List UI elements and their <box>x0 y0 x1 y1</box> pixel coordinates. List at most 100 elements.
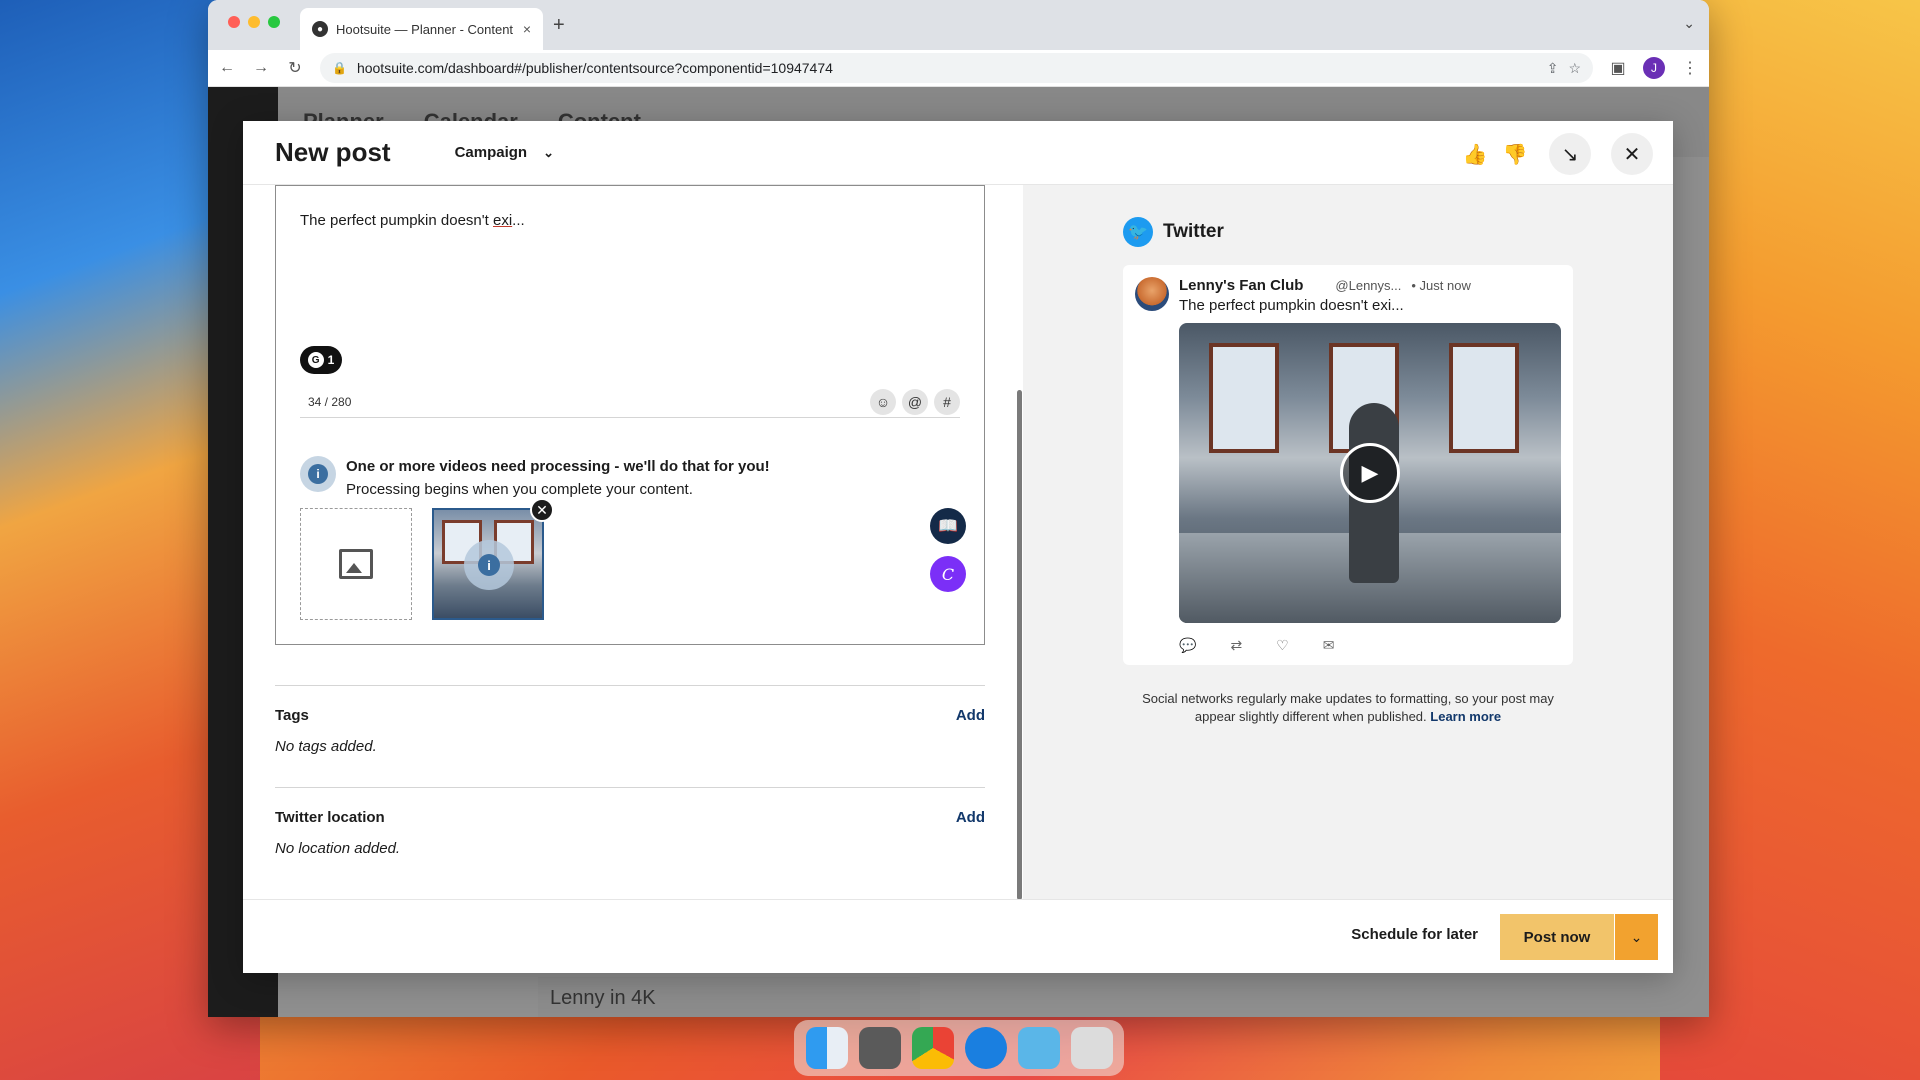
emoji-icon[interactable]: ☺ <box>870 388 896 415</box>
modal-body: The perfect pumpkin doesn't exi... G 1 3… <box>243 185 1673 899</box>
bookmark-star-icon[interactable]: ☆ <box>1568 60 1581 77</box>
video-thumbnail[interactable]: i ✕ <box>432 498 554 620</box>
video-window <box>1449 343 1519 453</box>
composer-scrollbar[interactable] <box>1017 390 1022 899</box>
post-composer[interactable]: The perfect pumpkin doesn't exi... G 1 3… <box>275 185 985 645</box>
forward-icon[interactable]: → <box>252 59 270 77</box>
close-modal-button[interactable]: ✕ <box>1611 133 1653 175</box>
add-location-link[interactable]: Add <box>956 809 985 826</box>
location-label: Twitter location <box>275 809 385 826</box>
window-controls <box>228 16 280 28</box>
divider <box>275 787 985 788</box>
tags-empty-text: No tags added. <box>275 738 377 755</box>
tweet-time: • Just now <box>1411 278 1471 293</box>
browser-toolbar: ← → ↻ 🔒 hootsuite.com/dashboard#/publish… <box>208 50 1709 87</box>
thumbs-up-icon[interactable]: 👍 <box>1461 136 1489 172</box>
finder-icon[interactable] <box>805 1027 848 1069</box>
browser-menu-icon[interactable]: ⋮ <box>1681 58 1699 78</box>
video-info-icon[interactable]: i <box>464 540 514 590</box>
grammarly-icon: G <box>307 352 324 368</box>
tweet-header: Lenny's Fan Club @Lennys... • Just now <box>1179 277 1471 294</box>
twitter-bird-icon: 🐦 <box>1123 217 1153 247</box>
tab-search-chevron-icon[interactable]: ⌄ <box>1683 15 1695 32</box>
chevron-down-icon[interactable]: ⌄ <box>1614 914 1658 960</box>
account-name: Lenny's Fan Club <box>1179 277 1304 294</box>
composer-toolbar: 34 / 280 ☺ @ # <box>300 386 960 418</box>
remove-media-icon[interactable]: ✕ <box>530 498 554 522</box>
composer-pane: The perfect pumpkin doesn't exi... G 1 3… <box>243 185 1023 899</box>
modal-title: New post <box>275 137 391 167</box>
preview-disclaimer: Social networks regularly make updates t… <box>1123 690 1573 726</box>
share-icon[interactable]: ⇪ <box>1547 60 1559 77</box>
share-mail-icon: ✉ <box>1322 637 1335 653</box>
system-settings-icon[interactable] <box>858 1027 901 1069</box>
header-actions: 👍 👎 ↘ ✕ <box>1461 133 1653 175</box>
image-icon <box>339 549 373 579</box>
modal-header: New post Campaign ⌄ 👍 👎 ↘ ✕ <box>243 121 1673 185</box>
post-text-part: The perfect pumpkin doesn't <box>300 212 493 229</box>
notice-title: One or more videos need processing - we'… <box>346 458 770 475</box>
mention-icon[interactable]: @ <box>902 388 928 415</box>
post-text-ellipsis: ... <box>512 212 525 229</box>
info-icon: i <box>300 456 336 492</box>
add-media-button[interactable] <box>300 508 412 620</box>
preview-network-header: 🐦 Twitter <box>1123 217 1224 247</box>
content-list-item[interactable]: Lenny in 4K <box>538 977 920 1017</box>
safari-icon[interactable] <box>964 1027 1007 1069</box>
tags-section: Tags Add No tags added. <box>275 707 985 755</box>
schedule-for-later-button[interactable]: Schedule for later <box>1351 926 1478 943</box>
modal-footer: Schedule for later Post now ⌄ <box>243 899 1673 973</box>
media-library-tools: 📖 C <box>930 508 966 592</box>
misspelled-word[interactable]: exi <box>493 212 512 229</box>
profile-avatar[interactable]: J <box>1643 57 1665 79</box>
url-text: hootsuite.com/dashboard#/publisher/conte… <box>356 60 833 76</box>
retweet-icon: ⇄ <box>1230 637 1243 653</box>
address-bar[interactable]: 🔒 hootsuite.com/dashboard#/publisher/con… <box>320 53 1593 83</box>
grammarly-count: 1 <box>327 353 335 367</box>
content-item-title: Lenny in 4K <box>550 987 656 1009</box>
maximize-window-button[interactable] <box>268 16 280 28</box>
new-tab-button[interactable]: + <box>553 14 565 37</box>
preview-pane: 🐦 Twitter Lenny's Fan Club @Lennys... • … <box>1023 185 1673 899</box>
notice-body: Processing begins when you complete your… <box>346 481 693 498</box>
divider <box>275 685 985 686</box>
sidepanel-icon[interactable]: ▣ <box>1609 58 1627 78</box>
composer-tools: ☺ @ # <box>870 388 960 415</box>
tweet-actions: 💬 ⇄ ♡ ✉ <box>1179 637 1334 654</box>
avatar <box>1135 277 1169 311</box>
chrome-icon[interactable] <box>911 1027 954 1069</box>
hashtag-icon[interactable]: # <box>934 388 960 415</box>
tab-close-icon[interactable]: × <box>523 21 531 37</box>
macos-dock <box>794 1020 1124 1076</box>
chevron-down-icon: ⌄ <box>543 144 554 160</box>
minimize-window-button[interactable] <box>248 16 260 28</box>
processing-notice: i One or more videos need processing - w… <box>300 456 770 498</box>
downloads-folder-icon[interactable] <box>1017 1027 1060 1069</box>
location-empty-text: No location added. <box>275 840 401 857</box>
character-counter: 34 / 280 <box>308 394 352 409</box>
location-section: Twitter location Add No location added. <box>275 809 985 857</box>
account-handle: @Lennys... <box>1335 278 1402 293</box>
canva-icon[interactable]: C <box>930 556 966 592</box>
add-tags-link[interactable]: Add <box>956 707 985 724</box>
grammarly-badge[interactable]: G 1 <box>300 346 342 374</box>
tweet-text: The perfect pumpkin doesn't exi... <box>1179 297 1404 314</box>
browser-tab[interactable]: ● Hootsuite — Planner - Content × <box>300 8 543 50</box>
back-icon[interactable]: ← <box>218 59 236 77</box>
trash-icon[interactable] <box>1070 1027 1113 1069</box>
new-post-modal: New post Campaign ⌄ 👍 👎 ↘ ✕ The perfect … <box>243 121 1673 973</box>
lock-icon: 🔒 <box>332 61 347 75</box>
tweet-video[interactable]: ▶ <box>1179 323 1561 623</box>
post-text-input[interactable]: The perfect pumpkin doesn't exi... <box>300 212 525 229</box>
reload-icon[interactable]: ↻ <box>286 58 304 78</box>
campaign-label: Campaign <box>454 144 528 161</box>
play-icon[interactable]: ▶ <box>1340 443 1400 503</box>
campaign-dropdown[interactable]: Campaign ⌄ <box>455 144 554 161</box>
media-library-icon[interactable]: 📖 <box>930 508 966 544</box>
hootsuite-favicon-icon: ● <box>312 21 328 37</box>
post-now-button[interactable]: Post now <box>1500 914 1614 960</box>
thumbs-down-icon[interactable]: 👎 <box>1501 136 1529 172</box>
learn-more-link[interactable]: Learn more <box>1430 709 1501 724</box>
minimize-modal-button[interactable]: ↘ <box>1549 133 1591 175</box>
close-window-button[interactable] <box>228 16 240 28</box>
